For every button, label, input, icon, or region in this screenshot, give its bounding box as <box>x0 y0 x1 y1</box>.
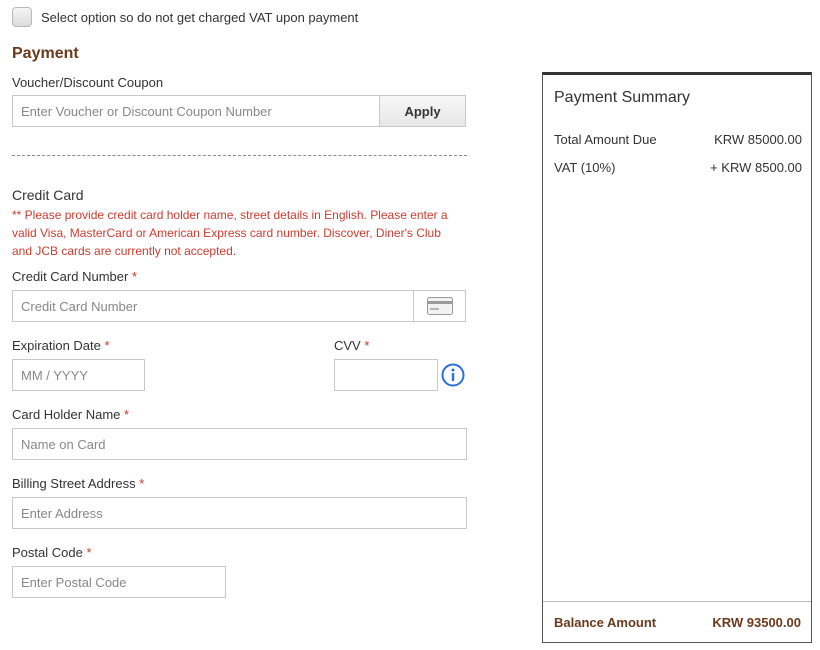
vat-option-label[interactable]: Select option so do not get charged VAT … <box>41 10 358 25</box>
expiration-label-row: Expiration Date * <box>12 338 110 353</box>
required-mark: * <box>131 269 138 284</box>
holder-name-label-row: Card Holder Name * <box>12 407 129 422</box>
summary-row-value: + KRW 8500.00 <box>710 160 802 175</box>
vat-checkbox[interactable] <box>12 7 32 27</box>
apply-button[interactable]: Apply <box>379 95 466 127</box>
cvv-field <box>334 359 438 391</box>
street-label-row: Billing Street Address * <box>12 476 144 491</box>
voucher-input[interactable] <box>13 96 379 126</box>
cvv-label-row: CVV * <box>334 338 369 353</box>
expiration-input[interactable] <box>13 360 144 390</box>
card-number-label: Credit Card Number <box>12 269 129 284</box>
voucher-field <box>12 95 380 127</box>
required-mark: * <box>139 476 145 491</box>
credit-card-note: ** Please provide credit card holder nam… <box>12 208 448 258</box>
holder-name-label: Card Holder Name <box>12 407 121 422</box>
card-number-field <box>12 290 414 322</box>
info-icon[interactable] <box>441 363 465 387</box>
required-mark: * <box>104 338 110 353</box>
cvv-label: CVV <box>334 338 361 353</box>
expiration-label: Expiration Date <box>12 338 101 353</box>
holder-name-field <box>12 428 467 460</box>
vat-option: Select option so do not get charged VAT … <box>12 7 358 27</box>
card-number-input[interactable] <box>13 291 413 321</box>
holder-name-input[interactable] <box>13 429 466 459</box>
postal-label: Postal Code <box>12 545 83 560</box>
postal-label-row: Postal Code * <box>12 545 92 560</box>
street-input[interactable] <box>13 498 466 528</box>
balance-row: Balance Amount KRW 93500.00 <box>543 601 811 642</box>
street-label: Billing Street Address <box>12 476 136 491</box>
summary-title: Payment Summary <box>554 89 691 106</box>
summary-row-label: VAT (10%) <box>554 160 616 175</box>
summary-row-total: Total Amount Due KRW 85000.00 <box>554 132 802 147</box>
section-divider <box>12 155 467 156</box>
cvv-input[interactable] <box>335 360 437 390</box>
required-mark: * <box>364 338 370 353</box>
summary-row-vat: VAT (10%) + KRW 8500.00 <box>554 160 802 175</box>
required-mark: * <box>86 545 92 560</box>
postal-input[interactable] <box>13 567 225 597</box>
payment-title: Payment <box>12 45 79 62</box>
summary-row-label: Total Amount Due <box>554 132 657 147</box>
balance-label: Balance Amount <box>554 614 657 630</box>
payment-summary-panel: Payment Summary Total Amount Due KRW 850… <box>542 72 812 643</box>
card-number-label-row: Credit Card Number * <box>12 269 137 284</box>
required-mark: * <box>124 407 130 422</box>
postal-field <box>12 566 226 598</box>
card-icon-box <box>413 290 466 322</box>
expiration-field <box>12 359 145 391</box>
credit-card-icon <box>426 297 453 315</box>
balance-value: KRW 93500.00 <box>712 614 801 630</box>
street-field <box>12 497 467 529</box>
summary-row-value: KRW 85000.00 <box>714 132 802 147</box>
voucher-label: Voucher/Discount Coupon <box>12 75 164 90</box>
credit-card-heading: Credit Card <box>12 187 84 203</box>
